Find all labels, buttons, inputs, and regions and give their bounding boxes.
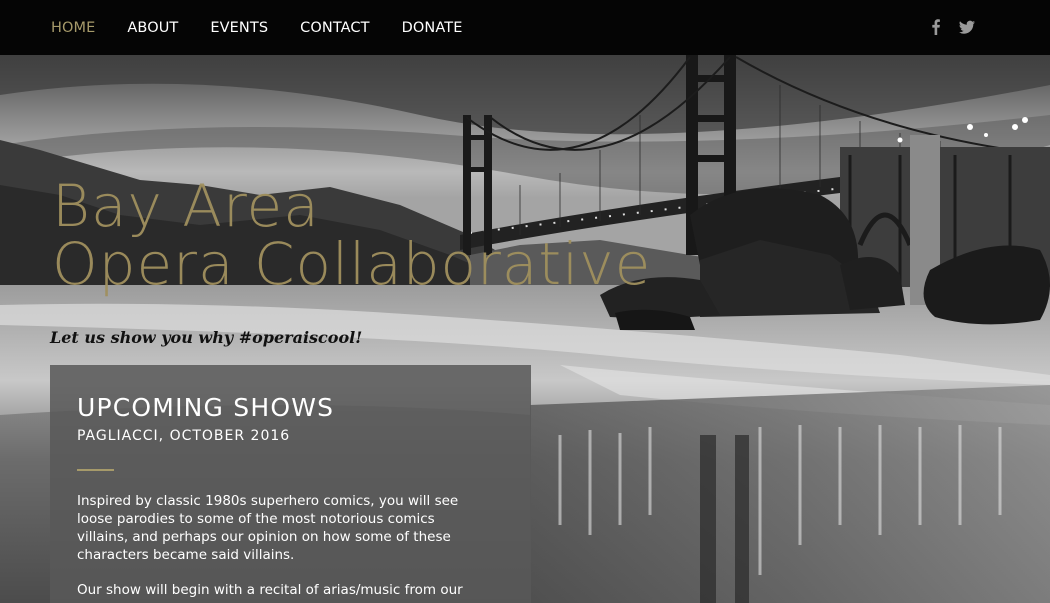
show-description-2: Our show will begin with a recital of ar… [77, 582, 463, 598]
site-title: Bay Area Opera Collaborative [52, 177, 651, 293]
site-title-line2: Opera Collaborative [52, 230, 652, 298]
facebook-icon[interactable] [928, 18, 944, 36]
show-description-1: Inspired by classic 1980s superhero comi… [77, 493, 459, 563]
main-nav: HOME ABOUT EVENTS CONTACT DONATE [51, 20, 494, 36]
upcoming-shows-panel: UPCOMING SHOWS PAGLIACCI, OCTOBER 2016 I… [50, 365, 531, 603]
twitter-icon[interactable] [958, 18, 976, 36]
social-links [928, 18, 976, 36]
top-nav-bar: HOME ABOUT EVENTS CONTACT DONATE [0, 0, 1050, 55]
accent-divider [77, 469, 114, 471]
tagline: Let us show you why #operaiscool! [50, 328, 363, 347]
site-title-line1: Bay Area [52, 172, 320, 240]
nav-about[interactable]: ABOUT [127, 20, 178, 36]
nav-events[interactable]: EVENTS [210, 20, 268, 36]
show-title: PAGLIACCI, OCTOBER 2016 [77, 428, 291, 444]
nav-contact[interactable]: CONTACT [300, 20, 369, 36]
nav-home[interactable]: HOME [51, 20, 95, 36]
upcoming-shows-heading: UPCOMING SHOWS [77, 393, 335, 422]
nav-donate[interactable]: DONATE [402, 20, 463, 36]
hero-section: Bay Area Opera Collaborative Let us show… [0, 55, 1050, 603]
